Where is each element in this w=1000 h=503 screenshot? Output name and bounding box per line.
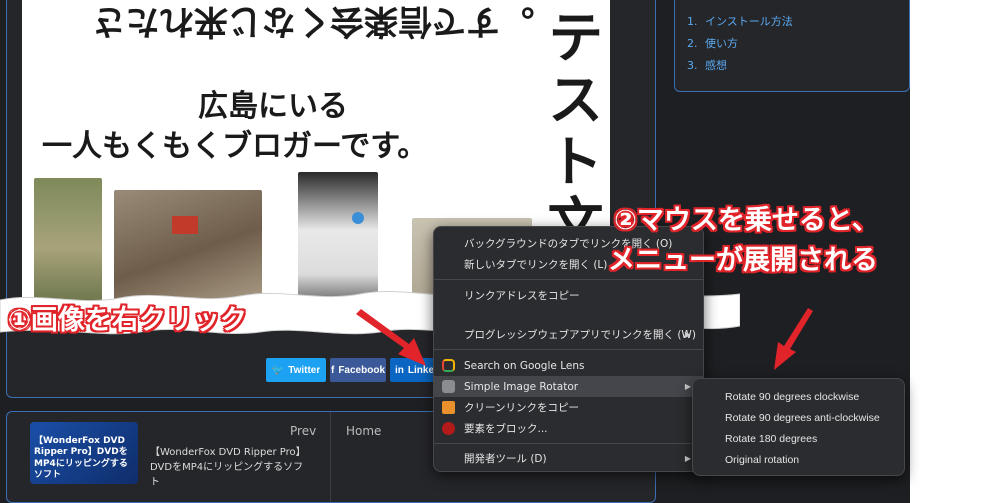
toc-num: 2. [687, 37, 698, 50]
menu-open-in-pwa[interactable]: プログレッシブウェブアプリでリンクを開く (W) ▶ [434, 324, 703, 345]
annotation-step2-line1: ②マウスを乗せると、 [614, 205, 879, 236]
puzzle-icon [442, 380, 455, 393]
menu-developer-tools[interactable]: 開発者ツール (D) ▶ [434, 448, 703, 469]
menu-separator [434, 279, 703, 280]
twitter-icon: 🐦 [271, 364, 285, 376]
menu-copy-link-address[interactable]: リンクアドレスをコピー [434, 285, 703, 306]
submenu-arrow-icon: ▶ [684, 382, 691, 391]
submenu-rotate-ccw[interactable]: Rotate 90 degrees anti-clockwise [725, 412, 880, 424]
nav-divider [330, 412, 331, 502]
submenu-arrow-icon: ▶ [684, 330, 691, 339]
menu-label: 要素をブロック... [464, 423, 548, 435]
share-twitter-button[interactable]: 🐦 Twitter [266, 358, 326, 382]
rotator-submenu: Rotate 90 degrees clockwise Rotate 90 de… [692, 378, 905, 476]
annotation-arrow-1 [356, 309, 426, 366]
google-lens-icon [442, 359, 455, 372]
tshirt-logo [352, 212, 364, 224]
image-line-1: 広島にいる [198, 89, 348, 124]
toc-card: 1. インストール方法 2. 使い方 3. 感想 [674, 0, 910, 92]
submenu-rotate-cw[interactable]: Rotate 90 degrees clockwise [725, 391, 859, 403]
menu-simple-image-rotator[interactable]: Simple Image Rotator ▶ [434, 376, 703, 397]
menu-label: Simple Image Rotator [464, 380, 579, 393]
image-flipped-text: 。すで信楽会くなじ来れたさ [92, 1, 535, 41]
toc-item-usage[interactable]: 2. 使い方 [687, 35, 738, 51]
menu-google-lens[interactable]: Search on Google Lens [434, 355, 703, 376]
menu-label: クリーンリンクをコピー [464, 402, 579, 414]
menu-copy-clean-link[interactable]: クリーンリンクをコピー [434, 397, 703, 418]
toc-label: 使い方 [705, 37, 738, 50]
photo-sign [172, 216, 198, 234]
toc-item-impressions[interactable]: 3. 感想 [687, 57, 727, 73]
menu-label: 新しいタブでリンクを開く (L) [464, 259, 608, 271]
toc-label: 感想 [705, 59, 727, 72]
menu-label: 開発者ツール (D) [464, 453, 547, 465]
page-edge-strip [910, 0, 1000, 503]
annotation-arrow-2 [774, 308, 813, 370]
image-line-2: 一人もくもくブロガーです。 [42, 129, 428, 164]
facebook-icon: f [330, 364, 335, 376]
annotation-step2-line2: メニューが展開される [608, 245, 878, 276]
home-link-label[interactable]: Home [346, 424, 381, 438]
submenu-arrow-icon: ▶ [684, 454, 691, 463]
menu-separator [434, 349, 703, 350]
menu-separator [434, 443, 703, 444]
ublock-icon [442, 422, 455, 435]
toc-item-install[interactable]: 1. インストール方法 [687, 13, 793, 29]
clean-link-icon [442, 401, 455, 414]
menu-label: Search on Google Lens [464, 359, 585, 372]
prev-link-label[interactable]: Prev [290, 424, 316, 438]
menu-label: リンクアドレスをコピー [464, 290, 580, 302]
submenu-original-rotation[interactable]: Original rotation [725, 454, 799, 466]
menu-block-element[interactable]: 要素をブロック... [434, 418, 703, 439]
toc-label: インストール方法 [705, 15, 793, 28]
toc-num: 1. [687, 15, 698, 28]
annotation-step1: ①画像を右クリック [8, 305, 247, 336]
submenu-rotate-180[interactable]: Rotate 180 degrees [725, 433, 817, 445]
prev-thumb-text: 【WonderFox DVD Ripper Pro】DVDをMP4にリッピングす… [34, 436, 128, 480]
prev-post-thumbnail[interactable]: 【WonderFox DVD Ripper Pro】DVDをMP4にリッピングす… [30, 422, 138, 484]
prev-post-title[interactable]: 【WonderFox DVD Ripper Pro】DVDをMP4にリッピングす… [150, 445, 310, 490]
image-vertical-text: テスト文 [538, 8, 603, 256]
toc-num: 3. [687, 59, 698, 72]
share-twitter-label: Twitter [288, 364, 321, 376]
menu-label: プログレッシブウェブアプリでリンクを開く (W) [464, 329, 696, 341]
